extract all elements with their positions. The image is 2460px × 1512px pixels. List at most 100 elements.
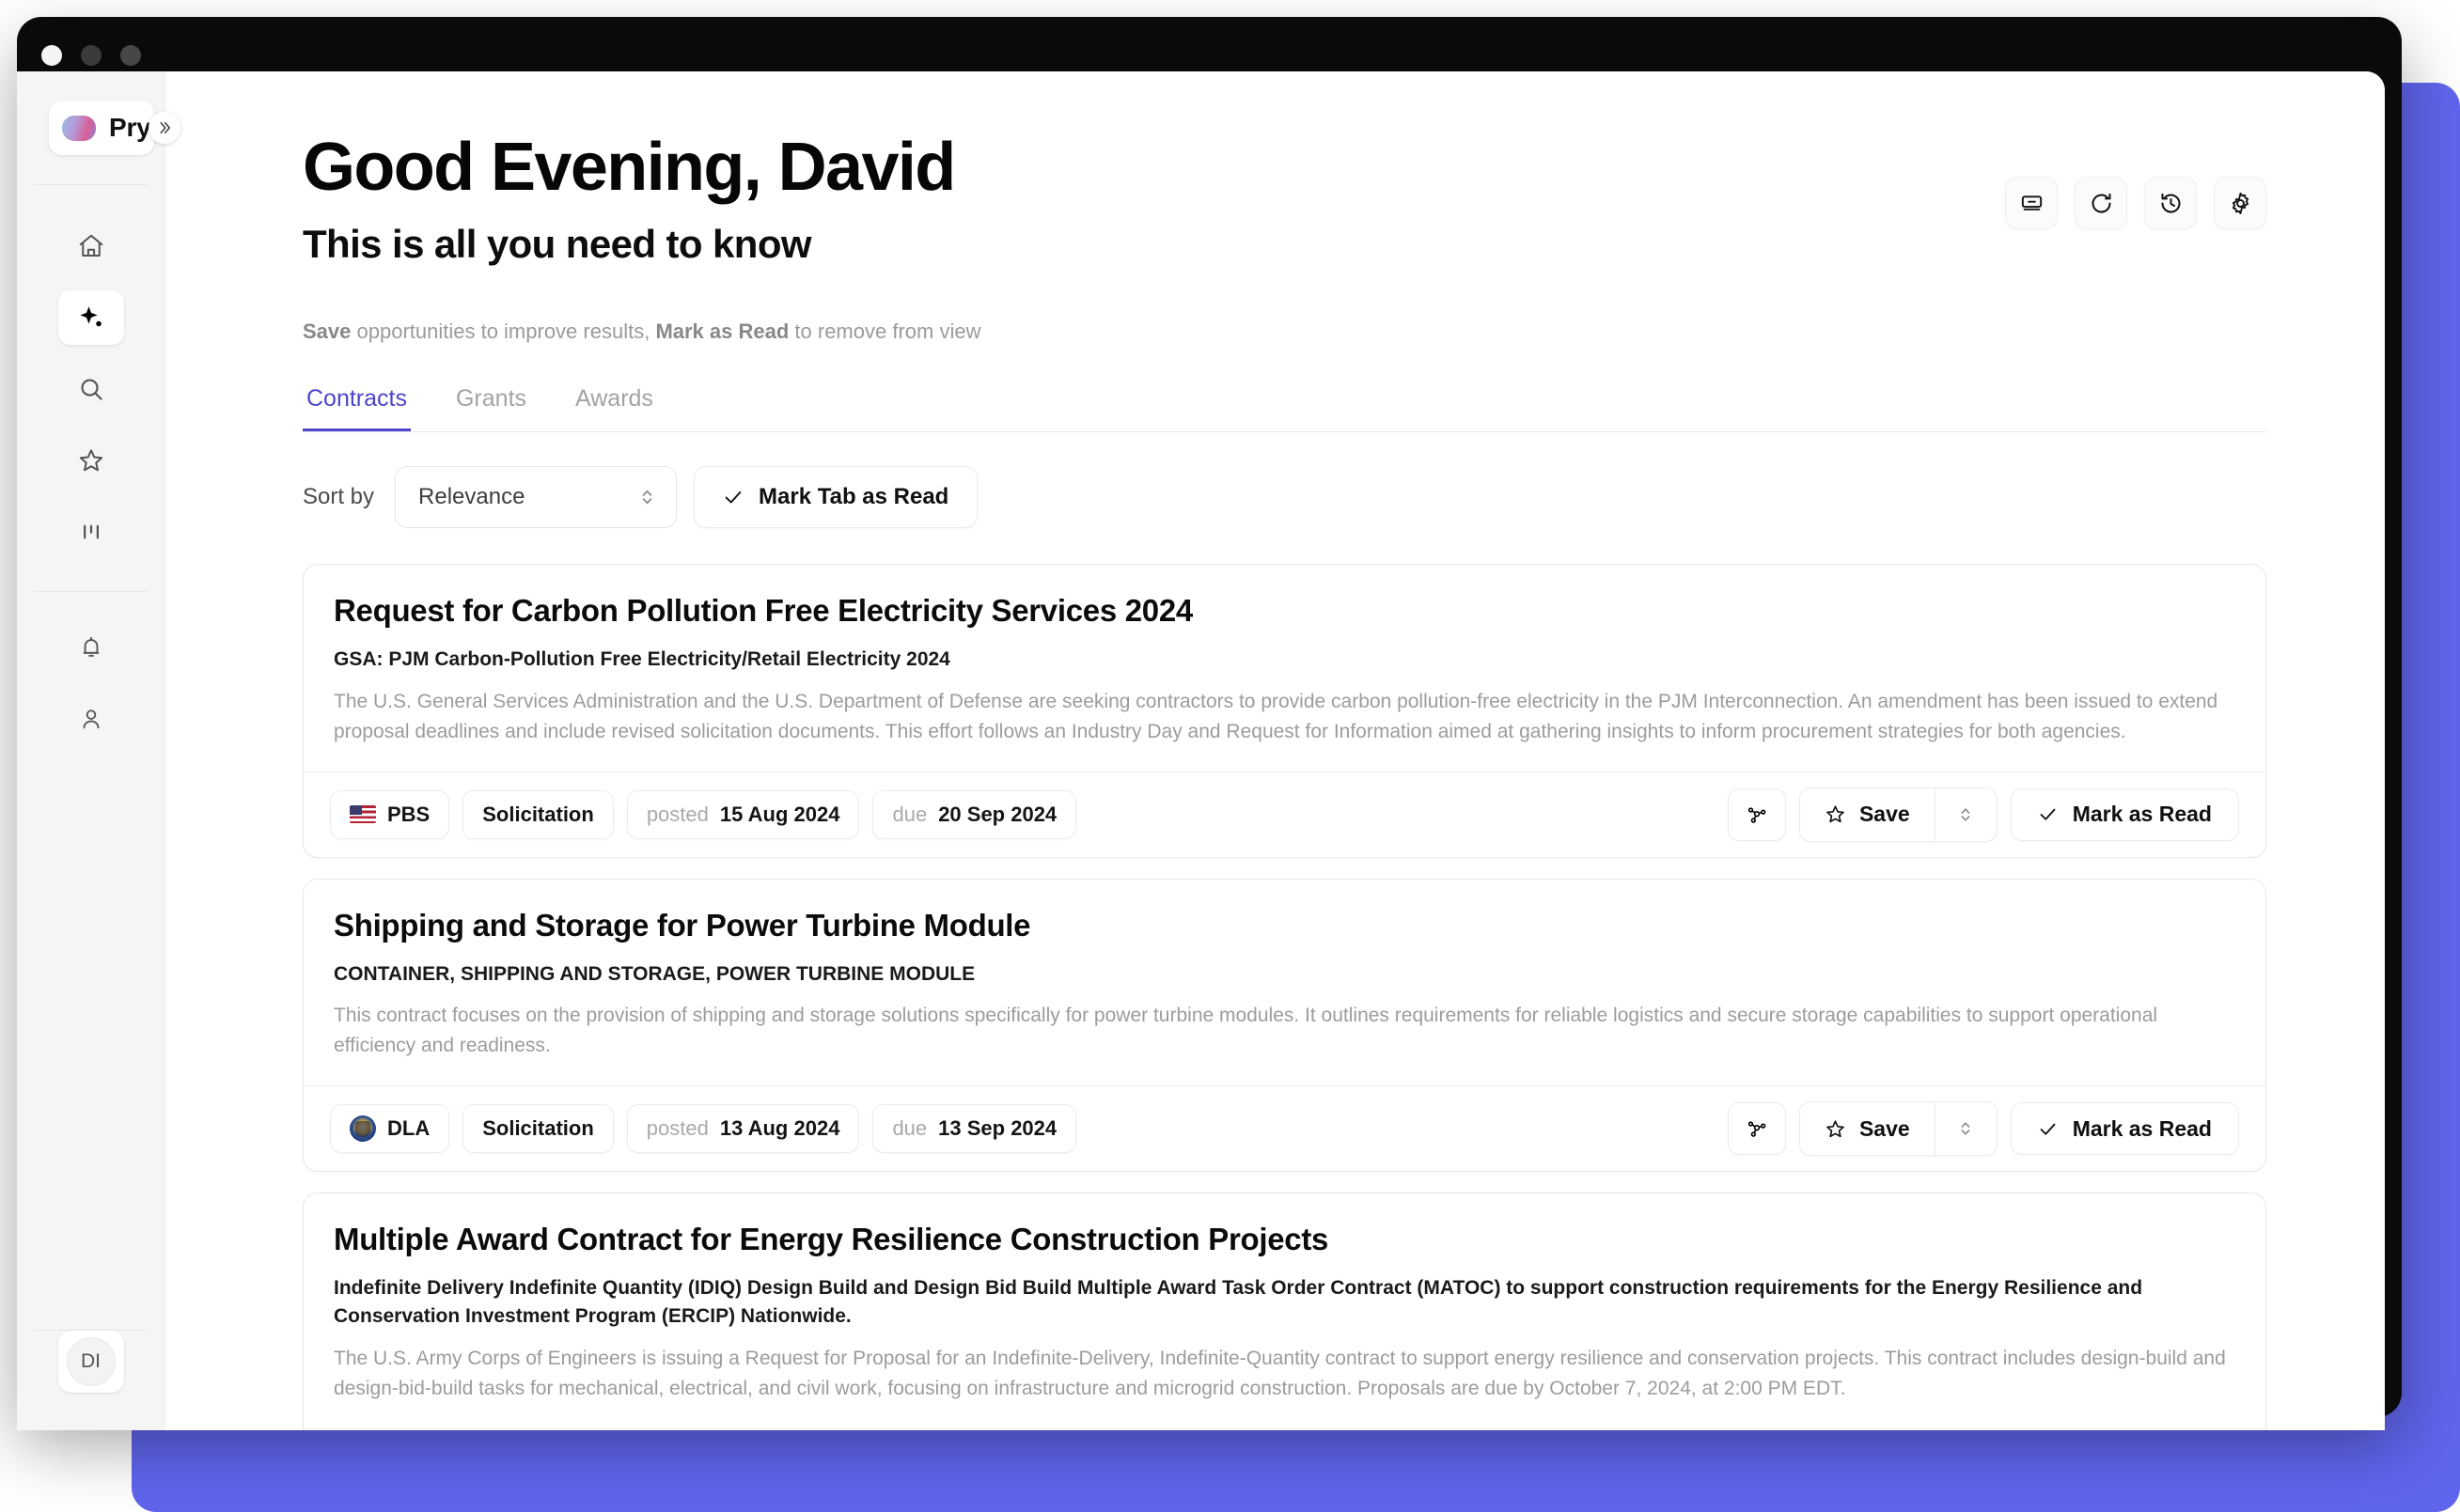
card-footer: DLA Solicitation posted 13 Aug 2024 due … [304,1085,2265,1171]
star-icon [77,446,105,475]
check-icon [2038,1119,2058,1139]
sparkle-icon [77,304,105,332]
sidebar-item-discover[interactable] [57,290,124,345]
brand-name: Pry [109,113,151,142]
save-label: Save [1858,802,1910,827]
save-label: Save [1858,1115,1910,1141]
inbox-icon [2019,191,2045,216]
save-button-group: Save [1798,787,1998,842]
opportunity-list: Request for Carbon Pollution Free Electr… [303,564,2266,1430]
brand-chip[interactable]: Pry [49,101,154,155]
card-body: Request for Carbon Pollution Free Electr… [304,565,2265,772]
type-chip[interactable]: Solicitation [462,1104,614,1154]
refresh-icon [2089,191,2114,216]
tab-contracts[interactable]: Contracts [303,385,411,431]
card-description: This contract focuses on the provision o… [334,1005,2158,1057]
history-button[interactable] [2144,177,2197,229]
posted-label: posted [646,1116,709,1141]
sidebar-item-saved[interactable] [58,433,124,488]
save-button[interactable]: Save [1800,1102,1935,1155]
due-label: due [892,802,928,826]
page-subtitle: This is all you need to know [303,222,812,266]
agency-label: PBS [387,802,431,826]
user-menu-button[interactable]: DI [57,1331,124,1393]
type-chip[interactable]: Solicitation [462,789,614,839]
mark-as-read-label: Mark as Read [2072,802,2212,827]
sidebar: Pry DI [17,71,180,1430]
card-title[interactable]: Request for Carbon Pollution Free Electr… [334,593,2235,629]
hint-bold-mark: Mark as Read [655,320,790,343]
columns-icon [77,518,105,546]
sidebar-item-account[interactable] [58,692,124,746]
hint-text-2: to remove from view [789,320,981,343]
sort-by-label: Sort by [303,484,375,509]
related-graph-button[interactable] [1727,1102,1786,1156]
chevron-double-right-icon[interactable] [149,112,180,144]
due-chip[interactable]: due 13 Sep 2024 [872,1104,1077,1154]
brand-row: Pry [17,71,180,184]
opportunity-card[interactable]: Multiple Award Contract for Energy Resil… [303,1192,2266,1430]
save-options-button[interactable] [1934,787,1997,841]
minimize-window-button[interactable] [81,45,102,66]
mark-tab-as-read-label: Mark Tab as Read [759,484,949,509]
sidebar-item-pipeline[interactable] [58,505,124,559]
agency-chip[interactable]: PBS [330,789,450,839]
due-date: 13 Sep 2024 [938,1116,1058,1141]
posted-label: posted [646,802,709,826]
archive-button[interactable] [2005,177,2058,229]
hint-text-1: opportunities to improve results, [351,320,656,343]
due-chip[interactable]: due 20 Sep 2024 [872,789,1077,839]
window-traffic-lights [41,45,141,66]
card-body: Shipping and Storage for Power Turbine M… [304,880,2265,1086]
posted-chip[interactable]: posted 13 Aug 2024 [626,1104,860,1154]
mark-as-read-label: Mark as Read [2072,1115,2212,1141]
card-subtitle: GSA: PJM Carbon-Pollution Free Electrici… [334,648,950,670]
main-content: Good Evening, David This is all you need… [165,71,2385,1430]
bell-icon [78,634,104,661]
mark-as-read-button[interactable]: Mark as Read [2010,1102,2239,1156]
chevron-up-down-icon [639,485,655,509]
dla-seal-icon [350,1115,376,1143]
agency-label: DLA [387,1116,431,1141]
close-window-button[interactable] [41,45,62,66]
save-button[interactable]: Save [1800,788,1935,841]
mark-tab-as-read-button[interactable]: Mark Tab as Read [694,466,979,528]
refresh-button[interactable] [2075,177,2127,229]
avatar: DI [66,1337,116,1386]
network-graph-icon [1745,1116,1769,1141]
sidebar-item-search[interactable] [58,362,124,416]
sidebar-user-area: DI [17,1331,165,1430]
save-button-group: Save [1798,1101,1998,1157]
card-title[interactable]: Shipping and Storage for Power Turbine M… [334,908,2235,943]
posted-date: 13 Aug 2024 [719,1116,840,1141]
card-title[interactable]: Multiple Award Contract for Energy Resil… [334,1222,2235,1257]
save-options-button[interactable] [1934,1102,1997,1156]
tab-grants[interactable]: Grants [452,385,530,431]
card-footer: USA Solicitation posted 23 Aug 2024 due … [304,1427,2265,1430]
card-footer: PBS Solicitation posted 15 Aug 2024 due … [304,771,2265,857]
controls-row: Sort by Relevance Mark Tab as Read [303,466,2266,528]
check-icon [2038,804,2058,824]
sidebar-item-home[interactable] [58,219,124,273]
gear-icon [2228,191,2253,216]
opportunity-card[interactable]: Shipping and Storage for Power Turbine M… [303,878,2266,1173]
hint-bold-save: Save [303,320,352,343]
settings-button[interactable] [2214,177,2266,229]
sort-select[interactable]: Relevance [395,466,678,528]
chevron-up-down-icon [1958,803,1973,826]
opportunity-card[interactable]: Request for Carbon Pollution Free Electr… [303,564,2266,858]
posted-chip[interactable]: posted 15 Aug 2024 [626,789,860,839]
sort-select-value: Relevance [418,484,525,509]
us-flag-icon [350,805,376,824]
sidebar-nav-primary [17,185,165,559]
maximize-window-button[interactable] [120,45,141,66]
mark-as-read-button[interactable]: Mark as Read [2010,787,2239,841]
home-icon [77,232,105,260]
related-graph-button[interactable] [1727,787,1786,841]
agency-chip[interactable]: DLA [330,1104,450,1154]
network-graph-icon [1745,803,1769,827]
user-icon [78,706,104,732]
sidebar-item-notifications[interactable] [58,620,124,675]
tab-awards[interactable]: Awards [572,385,657,431]
